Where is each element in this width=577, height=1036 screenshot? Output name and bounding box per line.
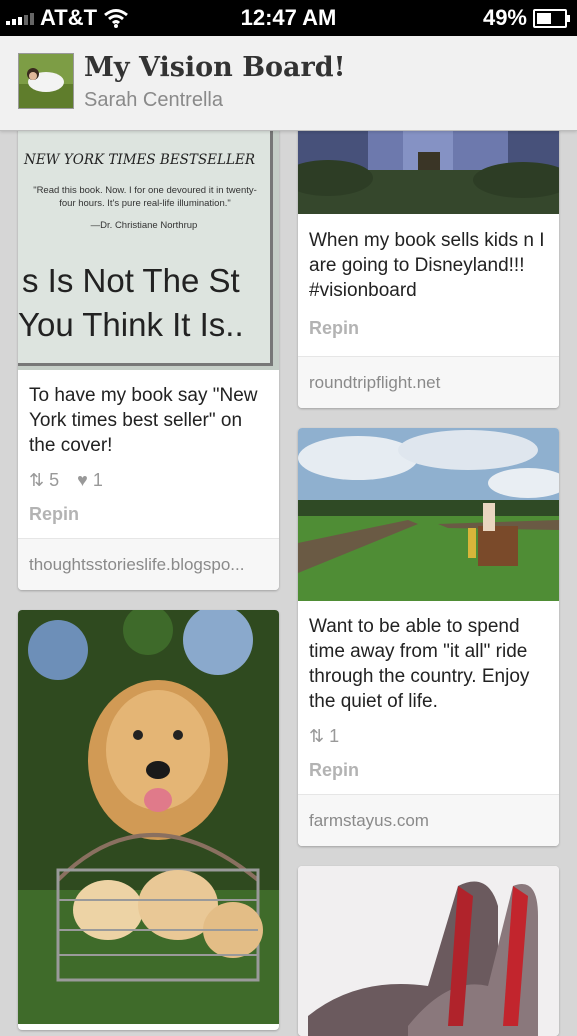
repin-stat-icon: ⇅ xyxy=(29,470,45,490)
pin-image[interactable] xyxy=(18,610,279,1024)
pin-card[interactable]: NEW YORK TIMES BESTSELLER "Read this boo… xyxy=(18,120,279,590)
pin-source-link[interactable]: roundtripflight.net xyxy=(298,356,559,408)
status-bar: AT&T 12:47 AM 49% xyxy=(0,0,577,36)
book-title-line2: You Think It Is.. xyxy=(18,306,244,343)
book-quote: "Read this book. Now. I for one devoured… xyxy=(33,185,257,209)
book-cover: NEW YORK TIMES BESTSELLER "Read this boo… xyxy=(18,120,273,366)
pin-description: When my book sells kids n I are going to… xyxy=(309,230,545,301)
battery-icon xyxy=(533,8,570,28)
repin-button[interactable]: Repin xyxy=(298,318,559,339)
pin-card[interactable]: When my book sells kids n I are going to… xyxy=(298,120,559,408)
pin-image[interactable] xyxy=(298,866,559,1036)
pin-image[interactable] xyxy=(298,120,559,214)
pin-description: Want to be able to spend time away from … xyxy=(309,616,530,712)
repin-count: ⇅ 1 xyxy=(309,726,340,746)
board-owner[interactable]: Sarah Centrella xyxy=(84,89,223,112)
pin-card[interactable]: Want to be able to spend time away from … xyxy=(298,428,559,846)
repin-button[interactable]: Repin xyxy=(298,760,559,781)
pin-image[interactable]: NEW YORK TIMES BESTSELLER "Read this boo… xyxy=(18,120,279,370)
avatar[interactable] xyxy=(18,53,74,109)
battery-percent: 49% xyxy=(482,5,527,30)
board-title: My Vision Board! xyxy=(84,52,346,83)
heart-icon: ♥ xyxy=(77,470,88,490)
like-count: ♥ 1 xyxy=(77,470,103,490)
repin-button[interactable]: Repin xyxy=(18,504,279,525)
pin-description: To have my book say "New York times best… xyxy=(29,385,258,456)
board-header: My Vision Board! Sarah Centrella xyxy=(0,36,577,131)
pin-card[interactable] xyxy=(298,866,559,1036)
book-attribution: —Dr. Christiane Northrup xyxy=(90,220,198,231)
book-title-line1: s Is Not The St xyxy=(22,262,240,299)
pin-source-link[interactable]: farmstayus.com xyxy=(298,794,559,846)
pin-card[interactable] xyxy=(18,610,279,1030)
repin-count: ⇅ 5 xyxy=(29,470,60,490)
pin-source-link[interactable]: thoughtsstorieslife.blogspo... xyxy=(18,538,279,590)
repin-stat-icon: ⇅ xyxy=(309,726,325,746)
book-banner: NEW YORK TIMES BESTSELLER xyxy=(24,152,255,168)
pin-image[interactable] xyxy=(298,428,559,601)
